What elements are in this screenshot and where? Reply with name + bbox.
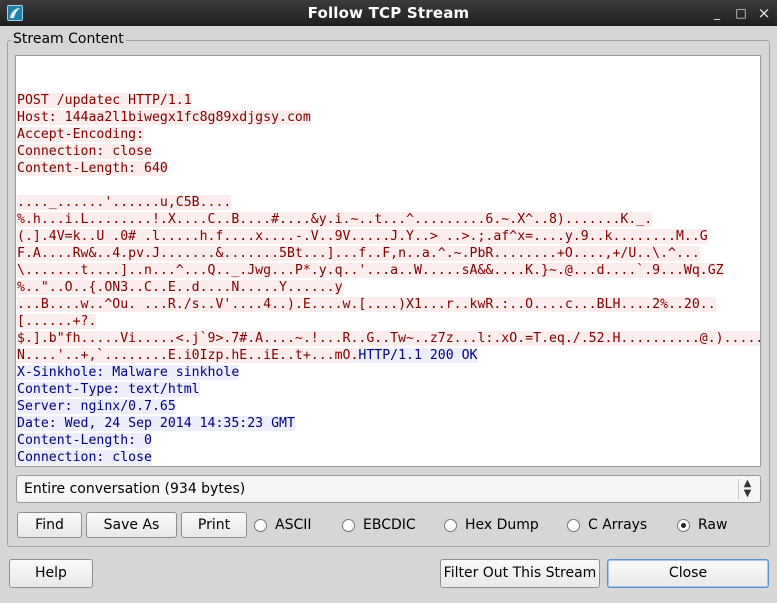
server-text: Content-Length: 0 — [17, 433, 152, 448]
window-title: Follow TCP Stream — [307, 4, 470, 22]
radio-ascii[interactable]: ASCII — [254, 516, 312, 534]
stream-line: Content-Length: 640 — [17, 160, 759, 177]
client-text: F.A....Rw&..4.pv.J.......&.......5Bt...]… — [17, 246, 700, 261]
stream-line: X-Sinkhole: Malware sinkhole — [17, 364, 759, 381]
server-text: Connection: close — [17, 450, 152, 465]
client-text: POST /updatec HTTP/1.1 — [17, 93, 192, 108]
up-down-arrows-icon: ▲ ▼ — [738, 479, 756, 499]
conversation-select[interactable]: Entire conversation (934 bytes) ▲ ▼ — [16, 475, 761, 503]
radio-label: EBCDIC — [363, 517, 416, 533]
stream-text-area[interactable]: POST /updatec HTTP/1.1 Host: 144aa2l1biwe… — [15, 55, 761, 467]
title-bar[interactable]: Follow TCP Stream _ □ × — [0, 0, 777, 26]
find-button[interactable]: Find — [17, 512, 82, 538]
client-text: ...._......'......u,C5B.... — [17, 195, 232, 210]
stream-content-label: Stream Content — [11, 31, 126, 47]
client-text: ...B....w..^Ou. ...R./s..V'....4..).E...… — [17, 297, 716, 312]
client-text: N....'..+,`........E.i0Izp.hE..iE..t+...… — [17, 348, 359, 363]
stream-line: (.].4V=k..U .0# .l.....h.f....x....-.V..… — [17, 228, 759, 245]
radio-c-arrays[interactable]: C Arrays — [567, 516, 647, 534]
stream-line: ...._......'......u,C5B.... — [17, 194, 759, 211]
stream-line: Host: 144aa2l1biwegx1fc8g89xdjgsy.com — [17, 109, 759, 126]
stream-line: Content-Type: text/html — [17, 381, 759, 398]
client-text: %.h...i.L........!.X....C..B....#....&y.… — [17, 212, 653, 227]
maximize-icon[interactable]: □ — [733, 5, 749, 21]
stream-line: %.h...i.L........!.X....C..B....#....&y.… — [17, 211, 759, 228]
stream-line: N....'..+,`........E.i0Izp.hE..iE..t+...… — [17, 347, 759, 364]
close-icon[interactable]: × — [756, 5, 772, 21]
radio-ebcdic[interactable]: EBCDIC — [342, 516, 416, 534]
radio-hex-dump[interactable]: Hex Dump — [444, 516, 539, 534]
server-text: Date: Wed, 24 Sep 2014 14:35:23 GMT — [17, 416, 295, 431]
client-text: Host: 144aa2l1biwegx1fc8g89xdjgsy.com — [17, 110, 311, 125]
radio-dot — [567, 518, 580, 532]
radio-raw[interactable]: Raw — [677, 516, 727, 534]
radio-label: C Arrays — [588, 517, 648, 533]
stream-line: Connection: close — [17, 449, 759, 466]
stream-line: $.].b"fh.....Vi.....<.j`9>.7#.A....~.!..… — [17, 330, 760, 347]
client-text: Content-Length: 640 — [17, 161, 168, 176]
radio-dot — [342, 518, 355, 532]
stream-line — [17, 177, 759, 194]
client-text: Connection: close — [17, 144, 152, 159]
client-text: $.].b"fh.....Vi.....<.j`9>.7#.A....~.!..… — [17, 331, 760, 346]
stream-line: Connection: close — [17, 143, 759, 160]
radio-dot — [444, 518, 457, 532]
stream-line: %.."..O..{.ON3..C..E..d....N.....Y......… — [17, 279, 759, 296]
stream-line: Accept-Encoding: — [17, 126, 759, 143]
print-button[interactable]: Print — [181, 512, 247, 538]
client-text: [......+?. — [17, 314, 97, 329]
conversation-select-value: Entire conversation (934 bytes) — [24, 481, 246, 497]
stream-line: Content-Length: 0 — [17, 432, 759, 449]
client-text: %.."..O..{.ON3..C..E..d....N.....Y......… — [17, 280, 343, 295]
stream-line: F.A....Rw&..4.pv.J.......&.......5Bt...]… — [17, 245, 759, 262]
client-text: (.].4V=k..U .0# .l.....h.f....x....-.V..… — [17, 229, 708, 244]
server-text: X-Sinkhole: Malware sinkhole — [17, 365, 240, 380]
client-text: Accept-Encoding: — [17, 127, 145, 142]
stream-line: [......+?. — [17, 313, 759, 330]
stream-line: \.......t....]..n...^...Q.._.Jwg...P*.y.… — [17, 262, 759, 279]
server-text: Server: nginx/0.7.65 — [17, 399, 176, 414]
server-text: HTTP/1.1 200 OK — [358, 348, 478, 363]
filter-out-stream-button[interactable]: Filter Out This Stream — [440, 559, 600, 588]
close-button[interactable]: Close — [607, 559, 769, 588]
save-as-button[interactable]: Save As — [86, 512, 177, 538]
radio-label: ASCII — [275, 517, 312, 533]
server-text: Content-Type: text/html — [17, 382, 200, 397]
radio-dot-selected — [677, 518, 690, 532]
radio-label: Hex Dump — [465, 517, 539, 533]
minimize-icon[interactable]: _ — [709, 5, 725, 21]
stream-line: POST /updatec HTTP/1.1 — [17, 92, 759, 109]
client-text: \.......t....]..n...^...Q.._.Jwg...P*.y.… — [17, 263, 724, 278]
help-button[interactable]: Help — [9, 559, 93, 588]
radio-label: Raw — [698, 517, 728, 533]
radio-dot — [254, 518, 267, 532]
stream-line: ...B....w..^Ou. ...R./s..V'....4..).E...… — [17, 296, 759, 313]
stream-line: Date: Wed, 24 Sep 2014 14:35:23 GMT — [17, 415, 759, 432]
stream-line: Server: nginx/0.7.65 — [17, 398, 759, 415]
